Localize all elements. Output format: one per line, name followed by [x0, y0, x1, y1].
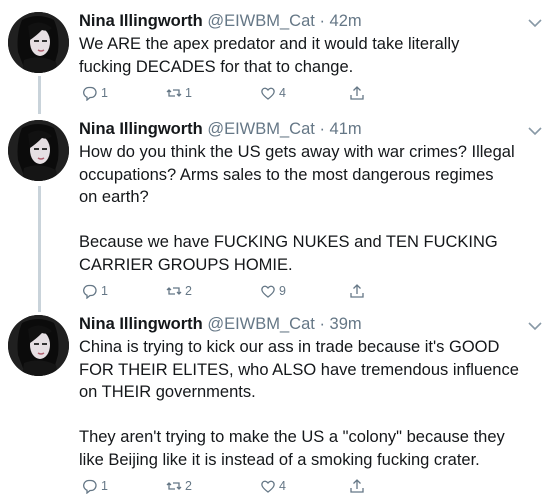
retweet-button[interactable]: 1	[166, 83, 192, 103]
heart-icon	[261, 480, 275, 493]
retweet-icon	[166, 482, 182, 490]
chevron-down-icon[interactable]	[527, 126, 543, 136]
tweet-header: Nina Illingworth @EIWBM_Cat · 39m	[79, 313, 362, 335]
chevron-down-icon[interactable]	[527, 321, 543, 331]
avatar[interactable]	[8, 12, 69, 73]
heart-icon	[261, 87, 275, 100]
reply-count: 1	[101, 284, 108, 298]
tweet[interactable]: Nina Illingworth @EIWBM_Cat · 39m China …	[0, 313, 551, 498]
user-handle[interactable]: @EIWBM_Cat	[207, 12, 315, 30]
share-icon	[350, 284, 364, 298]
reply-count: 1	[101, 479, 108, 493]
like-button[interactable]: 9	[260, 281, 286, 301]
timestamp[interactable]: · 39m	[319, 315, 361, 333]
display-name[interactable]: Nina Illingworth	[79, 315, 203, 333]
tweet[interactable]: Nina Illingworth @EIWBM_Cat · 41m How do…	[0, 118, 551, 303]
tweet-text: How do you think the US gets away with w…	[79, 143, 515, 274]
tweet-text: China is trying to kick our ass in trade…	[79, 338, 519, 469]
like-count: 4	[279, 86, 286, 100]
user-handle[interactable]: @EIWBM_Cat	[207, 120, 315, 138]
retweet-icon	[166, 287, 182, 295]
user-handle[interactable]: @EIWBM_Cat	[207, 315, 315, 333]
share-icon	[350, 86, 364, 100]
reply-icon	[83, 284, 97, 299]
share-button[interactable]	[349, 83, 365, 103]
display-name[interactable]: Nina Illingworth	[79, 12, 203, 30]
like-count: 4	[279, 479, 286, 493]
heart-icon	[261, 285, 275, 298]
tweet-actions: 1 1 4	[79, 83, 379, 103]
like-count: 9	[279, 284, 286, 298]
share-button[interactable]	[349, 476, 365, 496]
reply-button[interactable]: 1	[82, 83, 108, 103]
retweet-button[interactable]: 2	[166, 281, 192, 301]
tweet-header: Nina Illingworth @EIWBM_Cat · 41m	[79, 118, 362, 140]
tweet-actions: 1 2 9	[79, 281, 379, 301]
avatar[interactable]	[8, 120, 69, 181]
chevron-down-icon[interactable]	[527, 18, 543, 28]
share-button[interactable]	[349, 281, 365, 301]
timestamp[interactable]: · 42m	[319, 12, 361, 30]
reply-button[interactable]: 1	[82, 476, 108, 496]
tweet[interactable]: Nina Illingworth @EIWBM_Cat · 42m We ARE…	[0, 10, 551, 105]
retweet-count: 2	[185, 284, 192, 298]
tweet-text: We ARE the apex predator and it would ta…	[79, 35, 460, 76]
avatar[interactable]	[8, 315, 69, 376]
reply-icon	[83, 479, 97, 494]
retweet-icon	[166, 89, 182, 97]
reply-icon	[83, 86, 97, 101]
like-button[interactable]: 4	[260, 476, 286, 496]
reply-count: 1	[101, 86, 108, 100]
like-button[interactable]: 4	[260, 83, 286, 103]
retweet-count: 2	[185, 479, 192, 493]
retweet-button[interactable]: 2	[166, 476, 192, 496]
tweet-header: Nina Illingworth @EIWBM_Cat · 42m	[79, 10, 362, 32]
share-icon	[350, 479, 364, 493]
timestamp[interactable]: · 41m	[319, 120, 361, 138]
tweet-actions: 1 2 4	[79, 476, 379, 496]
reply-button[interactable]: 1	[82, 281, 108, 301]
retweet-count: 1	[185, 86, 192, 100]
display-name[interactable]: Nina Illingworth	[79, 120, 203, 138]
